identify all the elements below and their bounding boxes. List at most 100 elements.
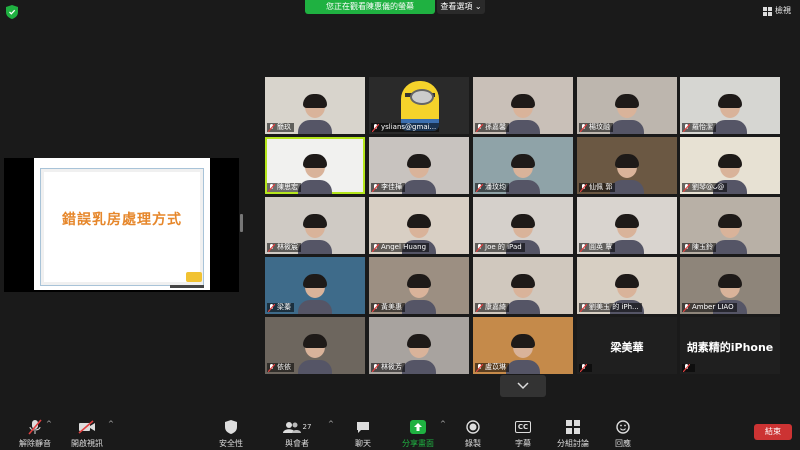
- participant-tile[interactable]: 潘玟均: [473, 137, 573, 194]
- participant-name: 李佳樺: [381, 183, 402, 191]
- participant-name-tag: 圓英 覃: [579, 243, 616, 252]
- mic-muted-icon: [476, 123, 483, 132]
- participant-tile[interactable]: 劉琴@ᴗ@: [680, 137, 780, 194]
- chat-label: 聊天: [355, 439, 371, 448]
- participant-tile[interactable]: 盧苡琳: [473, 317, 573, 374]
- mic-muted-icon: [268, 243, 275, 252]
- mic-muted-icon: [268, 123, 275, 132]
- mic-muted-icon: [268, 183, 275, 192]
- participant-tile[interactable]: 陳思宏: [265, 137, 365, 194]
- participant-tile[interactable]: 黃美惠: [369, 257, 469, 314]
- participant-name-tag: 林筱芳: [371, 363, 405, 372]
- mic-muted-icon: [683, 364, 690, 372]
- participant-name: yslians@gmai...: [381, 123, 437, 131]
- participant-name-tag: 簡玖: [267, 123, 294, 132]
- security-label: 安全性: [219, 439, 243, 448]
- mic-muted-icon: [372, 363, 379, 372]
- participant-name: 陳玉鈴: [692, 243, 713, 251]
- record-label: 錄製: [465, 439, 481, 448]
- mic-muted-icon: [372, 183, 379, 192]
- participant-tile[interactable]: 林筱宸: [265, 197, 365, 254]
- slide-title: 錯誤乳房處理方式: [62, 212, 182, 228]
- sharing-banner: 您正在觀看陳惠儀的螢幕: [305, 0, 435, 14]
- end-meeting-button[interactable]: 結束: [754, 424, 792, 440]
- participant-tile[interactable]: 孫嘉馨: [473, 77, 573, 134]
- participant-tile[interactable]: 胡素精的iPhone: [680, 317, 780, 374]
- participant-name-tag: [579, 364, 592, 372]
- participant-name-tag: 依依: [267, 363, 294, 372]
- participants-options-caret[interactable]: ^: [328, 420, 334, 428]
- mic-muted-icon: [476, 183, 483, 192]
- participants-button[interactable]: 27 與會者: [272, 418, 322, 449]
- audio-options-caret[interactable]: ^: [46, 420, 52, 428]
- reactions-label: 回應: [615, 439, 631, 448]
- record-icon: [466, 420, 480, 434]
- split-handle[interactable]: [240, 214, 243, 232]
- security-button[interactable]: 安全性: [206, 418, 256, 449]
- participant-tile[interactable]: 梁美華: [577, 317, 677, 374]
- view-options-label: 查看選項: [440, 2, 473, 11]
- participant-name-tag: 黃美惠: [371, 303, 405, 312]
- slide-footer: [170, 285, 204, 288]
- participant-name-tag: 楊玟融: [579, 123, 613, 132]
- participant-tile[interactable]: 仙佩 郭: [577, 137, 677, 194]
- participant-video: [610, 94, 644, 134]
- participant-name: 簡玖: [277, 123, 291, 131]
- participant-tile[interactable]: Amber LIAO: [680, 257, 780, 314]
- participant-name: 陳思宏: [277, 183, 298, 191]
- participant-tile[interactable]: 依依: [265, 317, 365, 374]
- participant-video: [402, 154, 436, 194]
- participant-video: [506, 94, 540, 134]
- participant-name: 孫嘉馨: [485, 123, 506, 131]
- participant-name: 梁蓁: [277, 303, 291, 311]
- participant-name-display: 梁美華: [610, 341, 644, 354]
- reaction-icon: [616, 420, 630, 434]
- participant-name: Amber LIAO: [692, 303, 734, 311]
- participant-name: 仙佩 郭: [589, 183, 613, 191]
- participant-name-tag: 仙佩 郭: [579, 183, 616, 192]
- video-off-icon: [78, 420, 95, 434]
- participant-tile[interactable]: 梁蓁: [265, 257, 365, 314]
- participant-name-tag: 羅怡潔: [682, 123, 716, 132]
- participant-tile[interactable]: 圓英 覃: [577, 197, 677, 254]
- participant-name-tag: 孫嘉馨: [475, 123, 509, 132]
- participant-tile[interactable]: Joe 的 iPad: [473, 197, 573, 254]
- mic-muted-icon: [580, 183, 587, 192]
- participant-name: Joe 的 iPad: [485, 243, 522, 251]
- participant-name: 林筱芳: [381, 363, 402, 371]
- mic-muted-icon: [372, 303, 379, 312]
- scroll-down-button[interactable]: [500, 375, 546, 397]
- participant-tile[interactable]: 李佳樺: [369, 137, 469, 194]
- participant-tile[interactable]: Angel Huang: [369, 197, 469, 254]
- participant-name-tag: 潘玟均: [475, 183, 509, 192]
- participant-video: [402, 274, 436, 314]
- participant-tile[interactable]: 楊玟融: [577, 77, 677, 134]
- participant-tile[interactable]: yslians@gmai...: [369, 77, 469, 134]
- share-screen-button[interactable]: 分享畫面: [393, 418, 443, 449]
- chat-button[interactable]: 聊天: [338, 418, 388, 449]
- chevron-down-icon: [517, 382, 529, 390]
- shield-icon[interactable]: [6, 5, 18, 19]
- view-options-button[interactable]: 查看選項 ⌄: [437, 0, 485, 14]
- unmute-button[interactable]: 解除靜音: [10, 418, 60, 449]
- participant-tile[interactable]: 簡玖: [265, 77, 365, 134]
- participant-name-tag: Joe 的 iPad: [475, 243, 525, 252]
- participant-tile[interactable]: 劉美玉 的 iPh...: [577, 257, 677, 314]
- record-button[interactable]: 錄製: [448, 418, 498, 449]
- start-video-button[interactable]: 開啟視訊: [62, 418, 112, 449]
- breakout-rooms-button[interactable]: 分組討論: [548, 418, 598, 449]
- video-options-caret[interactable]: ^: [108, 420, 114, 428]
- view-label: 檢視: [775, 6, 791, 15]
- shared-screen[interactable]: 錯誤乳房處理方式: [4, 158, 239, 292]
- participant-name-tag: yslians@gmai...: [371, 123, 440, 132]
- participant-tile[interactable]: 陳玉鈴: [680, 197, 780, 254]
- captions-button[interactable]: CC 字幕: [498, 418, 548, 449]
- view-button[interactable]: 檢視: [763, 3, 791, 19]
- mic-muted-icon: [476, 363, 483, 372]
- participant-tile[interactable]: 康嘉綺: [473, 257, 573, 314]
- reactions-button[interactable]: 回應: [598, 418, 648, 449]
- mic-muted-icon: [476, 243, 483, 252]
- participant-tile[interactable]: 羅怡潔: [680, 77, 780, 134]
- participant-tile[interactable]: 林筱芳: [369, 317, 469, 374]
- share-options-caret[interactable]: ^: [440, 420, 446, 428]
